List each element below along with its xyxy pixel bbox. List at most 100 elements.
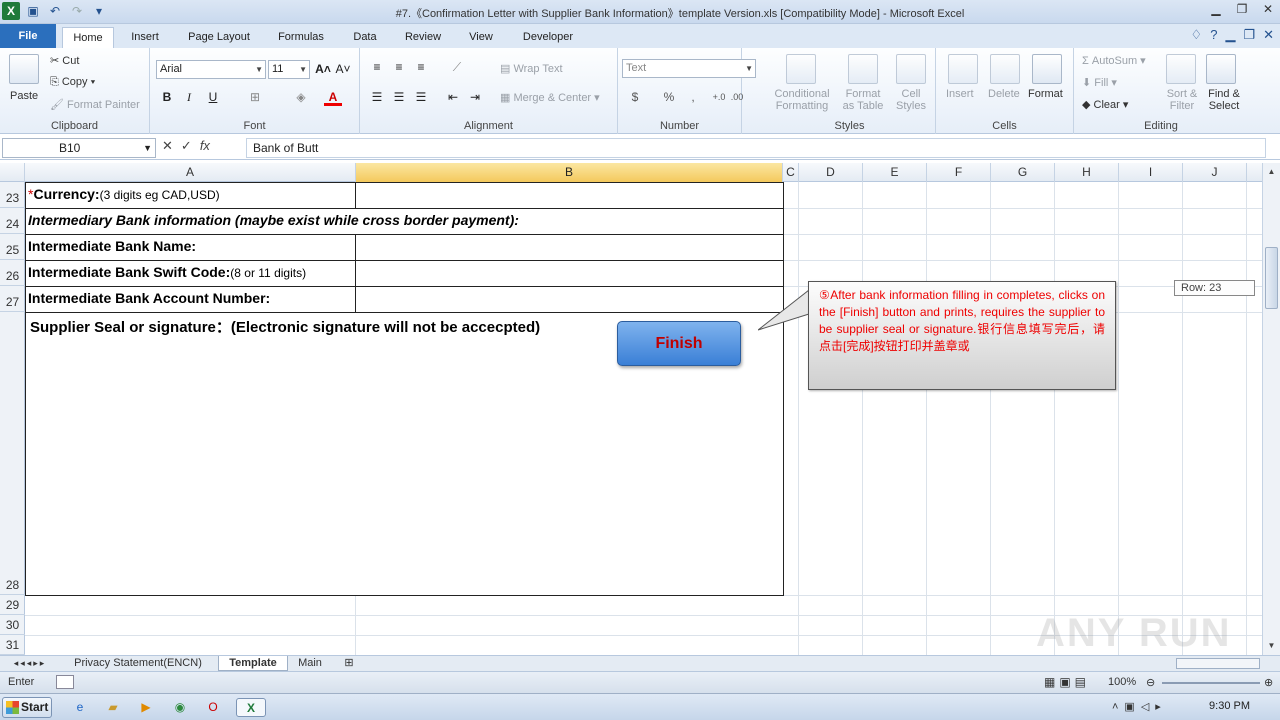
- column-header-h[interactable]: H: [1055, 163, 1119, 182]
- sheet-tab-main[interactable]: Main: [290, 656, 330, 671]
- row-header-26[interactable]: 26: [0, 260, 25, 286]
- row-header-25[interactable]: 25: [0, 234, 25, 260]
- number-format-select[interactable]: Text ▼: [622, 59, 756, 78]
- finish-button[interactable]: Finish: [617, 321, 741, 366]
- row-header-23[interactable]: 23: [0, 182, 25, 208]
- insert-cells-button[interactable]: Insert: [946, 88, 974, 100]
- cell-b25[interactable]: [355, 234, 784, 261]
- autosum-button[interactable]: Σ AutoSum ▾: [1082, 54, 1146, 67]
- cancel-entry-icon[interactable]: ✕: [162, 138, 173, 154]
- redo-icon[interactable]: ↷: [68, 2, 86, 20]
- cell-styles-button[interactable]: Cell Styles: [890, 88, 932, 112]
- orientation-icon[interactable]: ⟋: [448, 58, 466, 76]
- fill-button[interactable]: ⬇ Fill ▾: [1082, 76, 1117, 89]
- column-header-j[interactable]: J: [1183, 163, 1247, 182]
- row-header-28[interactable]: 28: [0, 312, 25, 595]
- tray-icons[interactable]: ˄▣◁▸: [1112, 700, 1167, 713]
- tab-file[interactable]: File: [0, 24, 56, 48]
- cell-b26[interactable]: [355, 260, 784, 287]
- column-header-d[interactable]: D: [799, 163, 863, 182]
- zoom-level[interactable]: 100%: [1108, 676, 1136, 688]
- column-header-c[interactable]: C: [783, 163, 799, 182]
- media-player-icon[interactable]: ▶: [136, 698, 156, 717]
- find-select-button[interactable]: Find & Select: [1204, 88, 1244, 112]
- format-as-table-button[interactable]: Format as Table: [838, 88, 888, 112]
- column-header-f[interactable]: F: [927, 163, 991, 182]
- minimize-ribbon-icon[interactable]: ♢: [1191, 27, 1203, 43]
- start-button[interactable]: Start: [2, 697, 52, 718]
- format-cells-icon[interactable]: [1032, 54, 1062, 84]
- cell-b27[interactable]: [355, 286, 784, 313]
- scroll-up-icon[interactable]: ▲: [1265, 165, 1278, 179]
- undo-icon[interactable]: ↶: [46, 2, 64, 20]
- font-family-select[interactable]: Arial ▼: [156, 60, 266, 79]
- paste-button[interactable]: Paste: [10, 90, 38, 102]
- save-icon[interactable]: ▣: [24, 2, 42, 20]
- conditional-formatting-icon[interactable]: [786, 54, 816, 84]
- currency-icon[interactable]: $: [626, 88, 644, 106]
- chrome-icon[interactable]: ◉: [170, 698, 190, 717]
- restore-icon[interactable]: ❐: [1234, 2, 1250, 18]
- align-middle-icon[interactable]: ≡: [390, 58, 408, 76]
- explorer-icon[interactable]: ▰: [103, 698, 123, 717]
- decrease-indent-icon[interactable]: ⇤: [444, 88, 462, 106]
- decrease-decimal-icon[interactable]: .00: [728, 88, 746, 106]
- row-header-29[interactable]: 29: [0, 595, 25, 615]
- help-icon[interactable]: ?: [1210, 27, 1217, 43]
- select-all-corner[interactable]: [0, 163, 25, 182]
- increase-indent-icon[interactable]: ⇥: [466, 88, 484, 106]
- delete-cells-icon[interactable]: [990, 54, 1020, 84]
- align-right-icon[interactable]: ☰: [412, 88, 430, 106]
- insert-function-icon[interactable]: fx: [200, 138, 210, 154]
- scroll-thumb[interactable]: [1265, 247, 1278, 309]
- sheet-nav-icons[interactable]: ◂◂◂▸▸: [4, 656, 56, 671]
- row-header-27[interactable]: 27: [0, 286, 25, 312]
- align-top-icon[interactable]: ≡: [368, 58, 386, 76]
- shrink-font-icon[interactable]: A˅: [334, 60, 352, 78]
- workbook-restore-icon[interactable]: ❐: [1243, 27, 1255, 43]
- cell-b23[interactable]: [355, 182, 784, 209]
- cut-button[interactable]: ✂ Cut: [50, 54, 79, 67]
- sort-filter-button[interactable]: Sort & Filter: [1162, 88, 1202, 112]
- column-header-i[interactable]: I: [1119, 163, 1183, 182]
- find-select-icon[interactable]: [1206, 54, 1236, 84]
- horizontal-scrollbar[interactable]: [1176, 658, 1260, 669]
- minimize-icon[interactable]: ▁: [1208, 2, 1224, 18]
- column-header-e[interactable]: E: [863, 163, 927, 182]
- underline-icon[interactable]: U: [204, 88, 222, 106]
- insert-cells-icon[interactable]: [948, 54, 978, 84]
- customize-qat-icon[interactable]: ▾: [90, 2, 108, 20]
- font-size-select[interactable]: 11 ▼: [268, 60, 310, 79]
- tab-formulas[interactable]: Formulas: [270, 27, 332, 48]
- delete-cells-button[interactable]: Delete: [988, 88, 1020, 100]
- column-header-a[interactable]: A: [25, 163, 356, 182]
- vertical-scrollbar[interactable]: ▲ ▼: [1262, 163, 1280, 655]
- workbook-minimize-icon[interactable]: ▁: [1225, 27, 1235, 43]
- increase-decimal-icon[interactable]: +.0: [710, 88, 728, 106]
- copy-button[interactable]: ⎘ Copy ▾: [50, 76, 95, 89]
- align-bottom-icon[interactable]: ≡: [412, 58, 430, 76]
- align-left-icon[interactable]: ☰: [368, 88, 386, 106]
- excel-taskbar-icon[interactable]: X: [236, 698, 266, 717]
- zoom-slider[interactable]: [1162, 682, 1260, 684]
- row-header-24[interactable]: 24: [0, 208, 25, 234]
- opera-icon[interactable]: O: [203, 698, 223, 717]
- column-header-g[interactable]: G: [991, 163, 1055, 182]
- zoom-in-icon[interactable]: ⊕: [1264, 676, 1273, 689]
- clear-button[interactable]: ◆ Clear ▾: [1082, 98, 1128, 111]
- excel-logo-icon[interactable]: X: [2, 2, 20, 20]
- align-center-icon[interactable]: ☰: [390, 88, 408, 106]
- sheet-tab-template[interactable]: Template: [218, 656, 288, 671]
- sort-filter-icon[interactable]: [1166, 54, 1196, 84]
- grow-font-icon[interactable]: A˄: [314, 60, 332, 78]
- conditional-formatting-button[interactable]: Conditional Formatting: [770, 88, 834, 112]
- fill-color-icon[interactable]: ◈: [292, 88, 310, 106]
- close-icon[interactable]: ✕: [1260, 2, 1276, 18]
- sheet-tab-privacy[interactable]: Privacy Statement(ENCN): [62, 656, 214, 671]
- italic-icon[interactable]: I: [180, 88, 198, 106]
- percent-icon[interactable]: %: [660, 88, 678, 106]
- formula-input[interactable]: Bank of Butt: [246, 138, 1266, 158]
- workbook-close-icon[interactable]: ✕: [1263, 27, 1274, 43]
- scroll-down-icon[interactable]: ▼: [1265, 639, 1278, 653]
- zoom-out-icon[interactable]: ⊖: [1146, 676, 1155, 689]
